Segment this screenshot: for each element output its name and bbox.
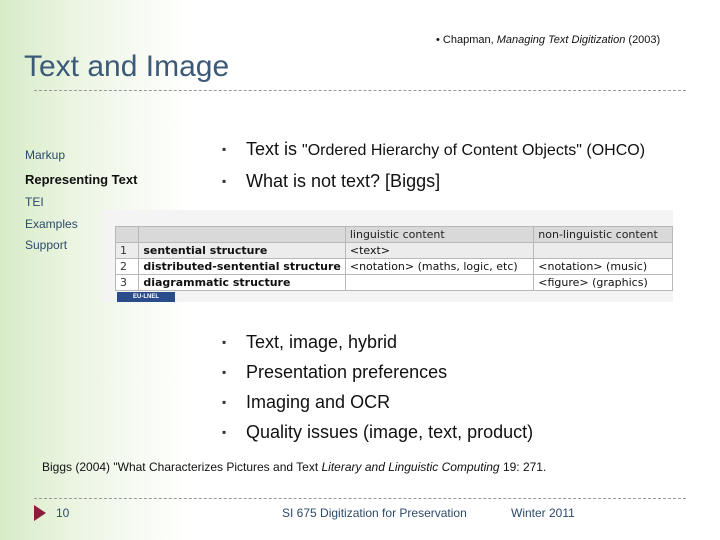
bullet-not-text-label: What is not text? [Biggs] — [246, 171, 441, 191]
bullet-ohco-prefix: Text is — [246, 139, 303, 159]
table-cell: sentential structure — [138, 242, 346, 259]
table-cell: 2 — [114, 258, 140, 275]
table-cell: <notation> (maths, logic, etc) — [344, 258, 535, 275]
footer-term: Winter 2011 — [511, 506, 575, 520]
bullet-label: Text, image, hybrid — [246, 332, 398, 352]
table-cell: diagrammatic structure — [138, 274, 346, 291]
table-row: 2 distributed-sentential structure <nota… — [114, 258, 673, 275]
bullet-icon: ▪ — [222, 335, 227, 349]
bullet-label: Quality issues (image, text, product) — [246, 422, 534, 442]
table-cell: distributed-sentential structure — [138, 258, 346, 275]
bullet-icon: ▪ — [222, 174, 227, 188]
bullet-ohco: ▪ Text is "Ordered Hierarchy of Content O… — [222, 134, 645, 166]
citation-prefix: • Chapman, — [436, 34, 497, 46]
bullet-item: ▪ Imaging and OCR — [222, 387, 533, 417]
nav-item-representing-text[interactable]: Representing Text — [25, 172, 137, 187]
table-cell — [344, 274, 535, 291]
bullet-icon: ▪ — [222, 425, 227, 439]
bullet-not-text: ▪ What is not text? [Biggs] — [222, 166, 645, 196]
ohco-table: linguistic content non-linguistic conten… — [114, 226, 673, 291]
table-header-row: linguistic content non-linguistic conten… — [114, 226, 673, 243]
footer-divider — [34, 498, 686, 499]
table-header-cell: linguistic content — [344, 226, 535, 243]
table-cell: <text> — [344, 242, 535, 259]
bullet-item: ▪ Presentation preferences — [222, 357, 533, 387]
page-number: 10 — [56, 506, 70, 520]
bullet-icon: ▪ — [222, 142, 227, 156]
citation-year: (2003) — [625, 34, 661, 46]
reference-suffix: 19: 271. — [499, 460, 547, 474]
bullet-ohco-term: "Ordered Hierarchy of Content Objects" (… — [302, 142, 646, 159]
nav-item-support[interactable]: Support — [25, 238, 67, 252]
table-row: 3 diagrammatic structure <figure> (graph… — [114, 274, 673, 291]
bullet-list-top: ▪ Text is "Ordered Hierarchy of Content O… — [222, 134, 645, 196]
table-cell: 1 — [114, 242, 140, 259]
table-header-cell: non-linguistic content — [533, 226, 673, 243]
bullet-item: ▪ Quality issues (image, text, product) — [222, 417, 533, 447]
biggs-reference: Biggs (2004) "What Characterizes Picture… — [42, 460, 546, 474]
ohco-table-image: linguistic content non-linguistic conten… — [103, 210, 673, 302]
bullet-list-bottom: ▪ Text, image, hybrid ▪ Presentation prefe… — [222, 327, 533, 447]
table-header-cell — [114, 226, 140, 243]
nav-item-markup[interactable]: Markup — [25, 148, 65, 162]
table-cell — [533, 242, 673, 259]
reference-prefix: Biggs (2004) "What Characterizes Picture… — [42, 460, 322, 474]
eu-lnel-logo: EU-LNEL — [117, 292, 175, 302]
footer-triangle-icon — [34, 505, 46, 521]
bullet-icon: ▪ — [222, 395, 227, 409]
table-cell: 3 — [114, 274, 140, 291]
title-divider — [34, 90, 686, 91]
nav-item-tei[interactable]: TEI — [25, 195, 44, 209]
table-header-cell — [138, 226, 346, 243]
footer-course: SI 675 Digitization for Preservation — [282, 506, 467, 520]
bullet-label: Presentation preferences — [246, 362, 448, 382]
bullet-icon: ▪ — [222, 365, 227, 379]
nav-item-examples[interactable]: Examples — [25, 217, 78, 231]
citation-title: Managing Text Digitization — [496, 34, 626, 46]
table-row: 1 sentential structure <text> — [114, 242, 673, 259]
slide-title: Text and Image — [24, 50, 230, 83]
reference-journal: Literary and Linguistic Computing — [321, 460, 500, 474]
table-cell: <figure> (graphics) — [533, 274, 673, 291]
bullet-label: Imaging and OCR — [246, 392, 391, 412]
table-cell: <notation> (music) — [533, 258, 673, 275]
citation: • Chapman, Managing Text Digitization (2… — [436, 34, 660, 46]
bullet-item: ▪ Text, image, hybrid — [222, 327, 533, 357]
